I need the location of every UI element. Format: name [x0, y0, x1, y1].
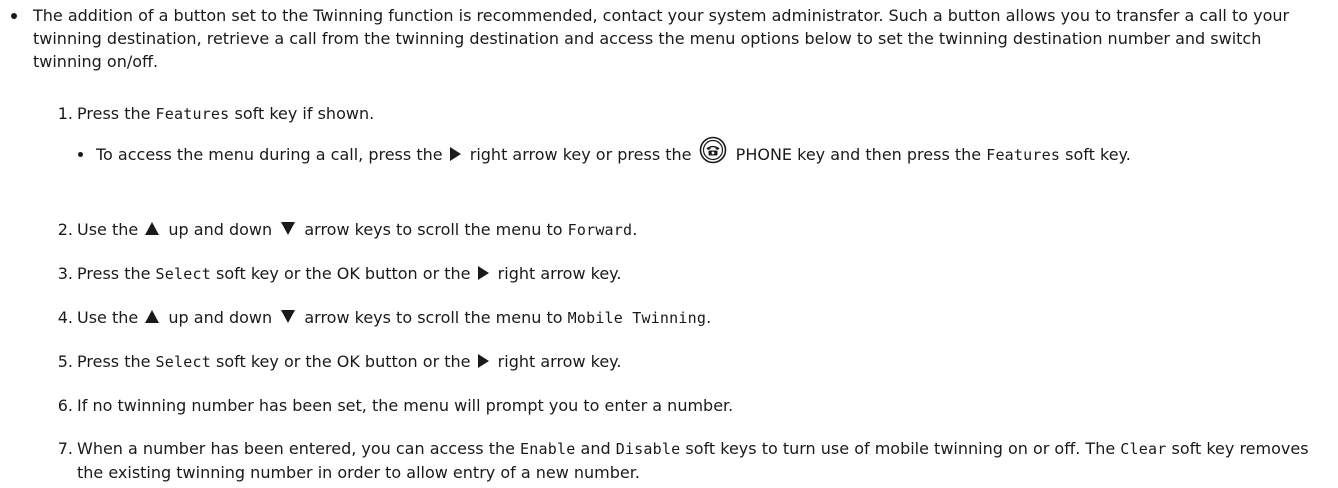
step-number: 6. — [57, 396, 73, 415]
up-arrow-icon — [145, 222, 160, 235]
step-text: Use the up and down arrow keys to scroll… — [77, 220, 638, 239]
down-arrow-icon — [281, 222, 296, 235]
phone-key-icon — [699, 136, 726, 164]
right-arrow-icon — [477, 266, 489, 280]
softkey-label: Features — [986, 146, 1061, 164]
step-text: Press the Features soft key if shown. — [77, 104, 375, 123]
intro-paragraph: The addition of a button set to the Twin… — [33, 6, 1290, 71]
menu-item-label: Forward — [567, 221, 633, 239]
right-arrow-icon — [477, 354, 489, 368]
up-arrow-icon — [145, 310, 160, 323]
step-number: 3. — [57, 264, 73, 283]
right-arrow-icon — [449, 147, 461, 161]
step-number: 1. — [57, 104, 73, 123]
sub-bullet — [75, 143, 85, 166]
step-number: 7. — [57, 439, 73, 458]
softkey-label: Clear — [1120, 440, 1167, 458]
step-text: Press the Select soft key or the OK butt… — [77, 264, 622, 283]
step-text: If no twinning number has been set, the … — [77, 396, 734, 415]
step-text: Use the up and down arrow keys to scroll… — [77, 308, 712, 327]
softkey-label: Features — [155, 105, 230, 123]
softkey-label: Enable — [520, 440, 576, 458]
sub-text: To access the menu during a call, press … — [96, 136, 1186, 167]
intro-bullet — [8, 4, 20, 27]
softkey-label: Select — [155, 353, 211, 371]
down-arrow-icon — [281, 310, 296, 323]
softkey-label: Select — [155, 265, 211, 283]
step-number: 2. — [57, 220, 73, 239]
menu-item-label: Mobile Twinning — [567, 309, 707, 327]
softkey-label: Disable — [615, 440, 681, 458]
step-text: Press the Select soft key or the OK butt… — [77, 352, 622, 371]
step-text: When a number has been entered, you can … — [77, 439, 1309, 482]
step-number: 4. — [57, 308, 73, 327]
step-number: 5. — [57, 352, 73, 371]
